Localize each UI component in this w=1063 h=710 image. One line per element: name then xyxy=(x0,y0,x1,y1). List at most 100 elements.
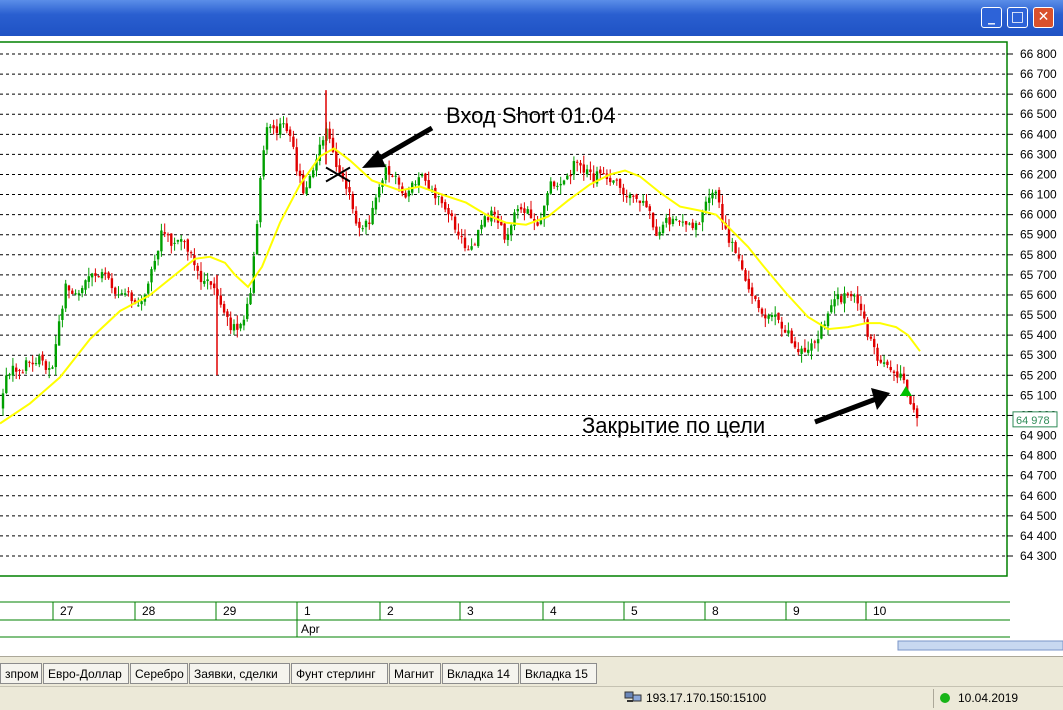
candle-bull xyxy=(642,200,645,203)
tab-gazprom[interactable]: зпром xyxy=(0,663,42,684)
y-tick-label: 64 500 xyxy=(1020,509,1057,523)
candle-bear xyxy=(744,270,747,281)
candle-bull xyxy=(658,231,661,236)
close-button[interactable]: ✕ xyxy=(1033,7,1054,28)
candle-bear xyxy=(651,212,655,228)
x-tick-label: 29 xyxy=(223,604,237,618)
candle-bull xyxy=(882,362,886,364)
candle-bull xyxy=(61,308,64,320)
candle-bull xyxy=(140,301,143,305)
tab-magnit[interactable]: Магнит xyxy=(389,663,441,684)
candle-bear xyxy=(222,303,226,313)
candle-bull xyxy=(206,279,209,282)
candle-bear xyxy=(199,270,203,283)
candle-bull xyxy=(38,356,41,365)
candle-bear xyxy=(519,207,523,210)
tab-14[interactable]: Вкладка 14 xyxy=(442,663,519,684)
candle-bear xyxy=(523,208,526,213)
candle-bull xyxy=(312,170,315,178)
candle-bull xyxy=(562,180,566,185)
candle-bear xyxy=(655,226,658,236)
tab-15[interactable]: Вкладка 15 xyxy=(520,663,597,684)
exit-annotation: Закрытие по цели xyxy=(582,413,765,438)
candle-bull xyxy=(153,260,156,270)
tab-euro-dollar[interactable]: Евро-Доллар xyxy=(43,663,129,684)
candle-bear xyxy=(529,209,533,219)
candle-bear xyxy=(94,273,97,276)
candle-bear xyxy=(166,234,170,236)
candle-bear xyxy=(21,372,24,374)
horizontal-scrollbar[interactable] xyxy=(897,640,1063,651)
candle-bull xyxy=(147,283,150,294)
candle-bear xyxy=(678,220,681,222)
candle-bull xyxy=(810,343,813,351)
candle-bear xyxy=(275,126,279,133)
candle-bull xyxy=(120,293,123,295)
candle-bear xyxy=(879,359,882,363)
candle-bear xyxy=(450,213,453,217)
tab-orders-deals[interactable]: Заявки, сделки xyxy=(189,663,290,684)
minimize-button[interactable]: _ xyxy=(981,7,1002,28)
candle-bear xyxy=(648,206,651,212)
candle-bear xyxy=(391,175,394,177)
candle-bear xyxy=(368,222,371,225)
candle-bear xyxy=(196,265,199,271)
candle-bull xyxy=(807,349,810,353)
candle-bull xyxy=(180,239,183,242)
candle-bull xyxy=(100,272,104,279)
candle-bull xyxy=(269,126,272,129)
maximize-button[interactable]: □ xyxy=(1007,7,1028,28)
candle-bull xyxy=(470,246,473,250)
candle-bear xyxy=(44,361,48,370)
candle-bull xyxy=(836,294,840,300)
x-tick-label: 27 xyxy=(60,604,74,618)
candle-bear xyxy=(292,136,295,147)
tab-pound-sterling[interactable]: Фунт стерлинг xyxy=(291,663,388,684)
candle-bear xyxy=(486,217,490,221)
candle-bear xyxy=(288,129,292,136)
tab-silver[interactable]: Серебро xyxy=(130,663,188,684)
candle-bull xyxy=(5,375,8,394)
price-chart-area[interactable]: 64 300 64 400 64 500 64 600 64 700 64 800 64 9… xyxy=(0,36,1063,656)
candle-bear xyxy=(813,341,816,343)
y-tick-label: 66 200 xyxy=(1020,167,1057,181)
candle-bear xyxy=(493,211,496,215)
candle-bull xyxy=(54,344,57,368)
candle-bear xyxy=(859,303,863,311)
candle-bull xyxy=(681,221,684,223)
y-tick-label: 66 400 xyxy=(1020,127,1057,141)
candle-bull xyxy=(767,315,770,319)
window-titlebar: _ □ ✕ xyxy=(0,0,1063,36)
candle-bull xyxy=(483,216,486,227)
candle-bear xyxy=(107,272,110,279)
candle-bull xyxy=(123,293,127,295)
x-tick-label: 9 xyxy=(793,604,800,618)
candle-bull xyxy=(612,180,615,183)
candle-bear xyxy=(876,347,879,361)
candle-bear xyxy=(579,162,582,166)
candle-bear xyxy=(328,128,331,139)
candle-bear xyxy=(15,367,18,372)
y-tick-label: 66 800 xyxy=(1020,47,1057,61)
candle-bear xyxy=(873,338,876,348)
y-tick-label: 65 300 xyxy=(1020,348,1057,362)
candle-bear xyxy=(754,295,757,300)
candle-bear xyxy=(31,362,34,365)
candle-bull xyxy=(249,293,252,305)
candle-bull xyxy=(8,374,11,376)
candle-bear xyxy=(780,321,783,329)
candle-bull xyxy=(671,218,675,225)
candle-bear xyxy=(849,294,853,297)
candle-bear xyxy=(500,221,503,226)
candle-bear xyxy=(71,290,74,294)
candle-bull xyxy=(64,283,67,309)
candle-bear xyxy=(618,179,622,188)
candle-bull xyxy=(770,315,774,318)
y-tick-label: 64 700 xyxy=(1020,469,1057,483)
candle-bull xyxy=(694,223,698,230)
candle-bear xyxy=(625,195,628,198)
candle-bear xyxy=(209,281,213,285)
candle-bear xyxy=(127,291,130,293)
candle-bull xyxy=(11,365,15,376)
candlestick-chart[interactable]: 64 300 64 400 64 500 64 600 64 700 64 800 64 9… xyxy=(0,36,1063,656)
